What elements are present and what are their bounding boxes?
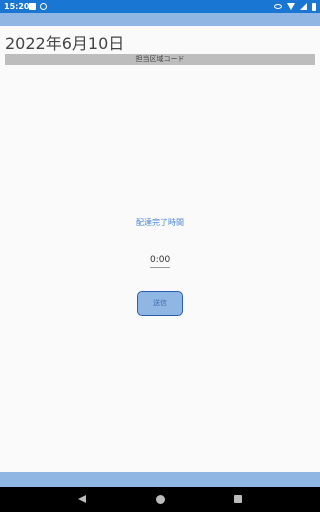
area-code-bar[interactable]: 担当区域コード <box>5 54 315 65</box>
delivery-time-label: 配達完了時間 <box>136 218 184 227</box>
navigation-bar <box>0 487 320 512</box>
page-date: 2022年6月10日 <box>5 34 125 53</box>
top-band <box>0 13 320 26</box>
battery-icon <box>312 2 316 11</box>
eye-icon <box>274 4 282 9</box>
app-notification-icon <box>40 3 47 10</box>
send-button[interactable]: 送信 <box>137 291 183 316</box>
delivery-time-picker[interactable]: 0:00 <box>150 254 170 268</box>
signal-icon <box>300 3 307 10</box>
status-time: 15:20 <box>4 2 30 11</box>
home-icon[interactable] <box>156 495 165 504</box>
recent-apps-icon[interactable] <box>234 495 242 503</box>
wifi-icon <box>287 3 295 10</box>
image-notification-icon <box>29 3 36 10</box>
bottom-band <box>0 472 320 487</box>
back-icon[interactable] <box>78 495 86 503</box>
status-bar: 15:20 <box>0 0 320 13</box>
